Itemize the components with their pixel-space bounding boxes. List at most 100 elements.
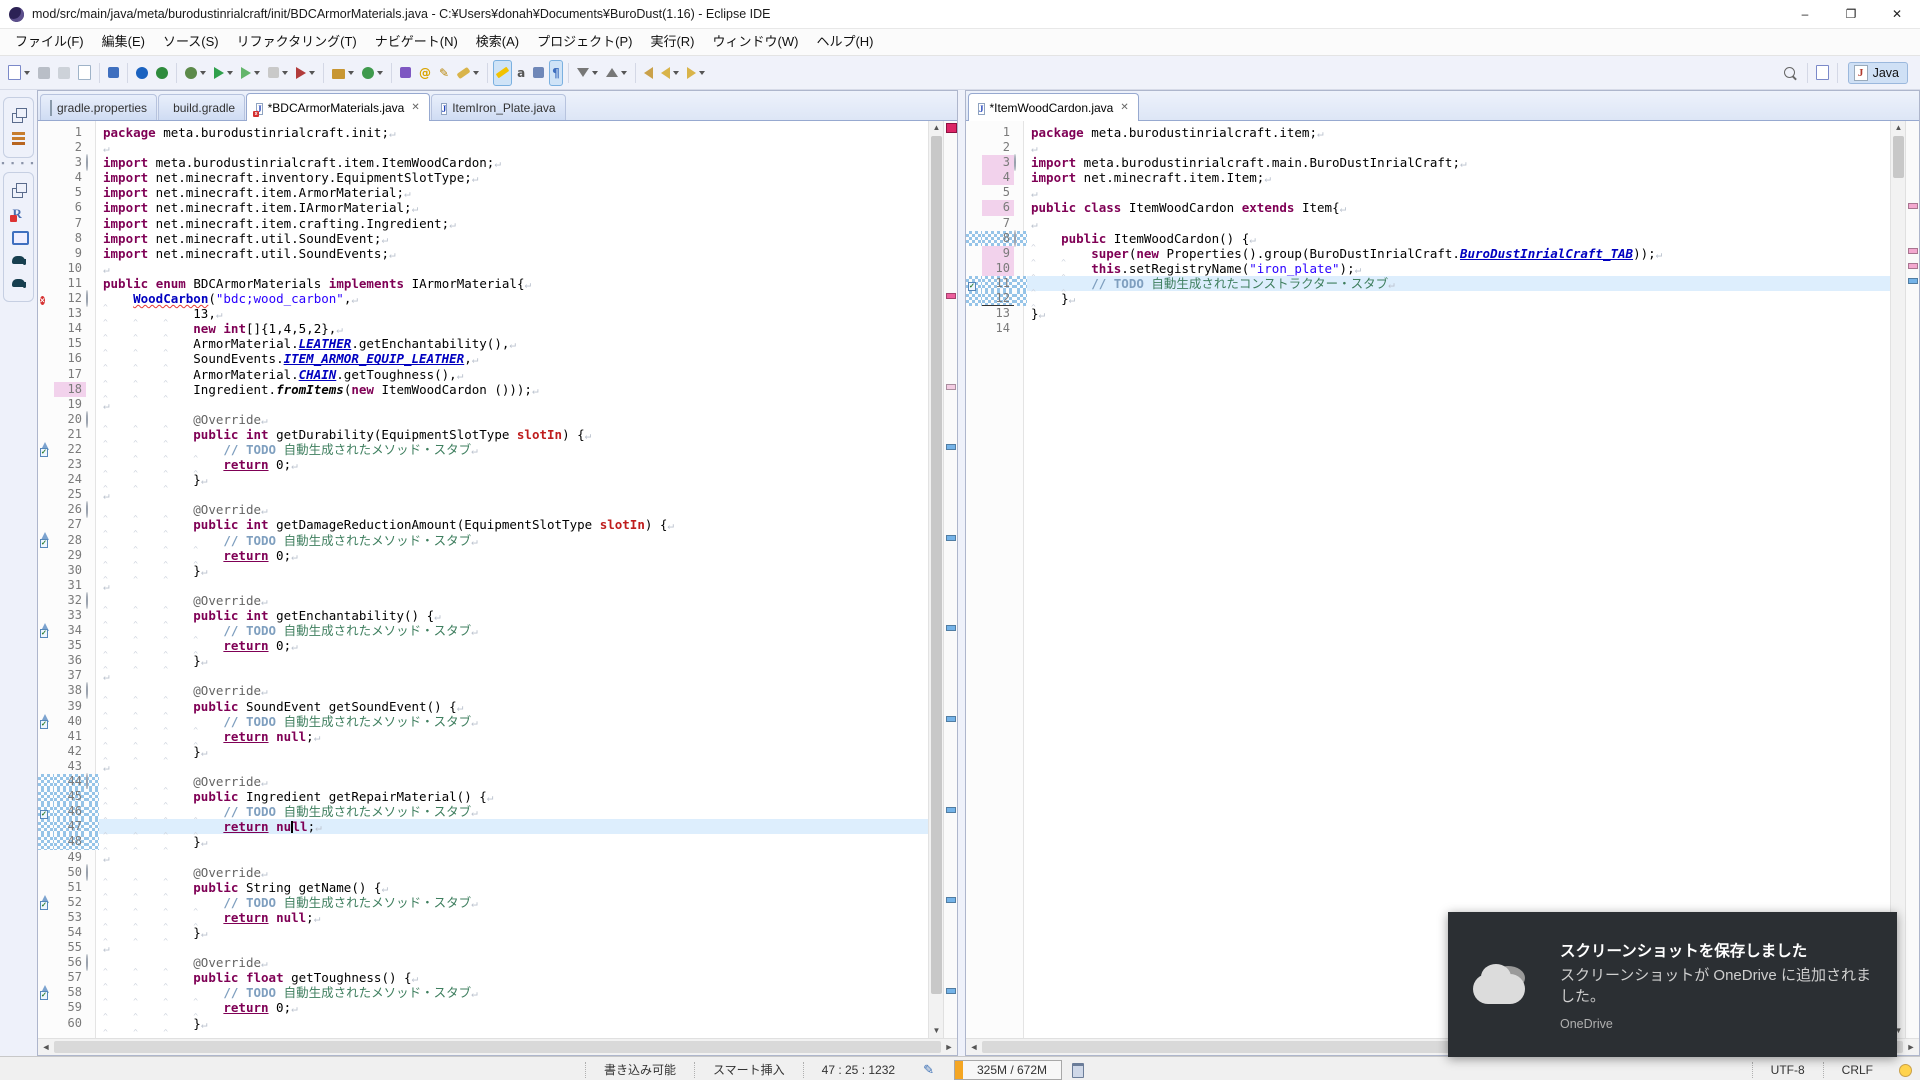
dropdown-caret-icon[interactable] <box>698 70 705 75</box>
overview-marker[interactable] <box>1908 247 1918 254</box>
open-type-icon[interactable] <box>397 60 414 86</box>
error-log-icon[interactable]: R <box>9 205 28 223</box>
fold-collapse-icon[interactable] <box>86 154 88 172</box>
save-icon[interactable] <box>35 60 53 86</box>
show-whitespace-icon[interactable]: ¶ <box>549 59 563 86</box>
horizontal-scrollbar[interactable]: ◄ ► <box>38 1038 957 1055</box>
dropdown-caret-icon[interactable] <box>24 70 30 75</box>
fold-collapse-icon[interactable] <box>86 501 88 519</box>
package-explorer-icon[interactable] <box>10 130 28 148</box>
coverage-icon[interactable] <box>238 60 263 86</box>
prev-annotation-icon[interactable] <box>603 60 630 86</box>
overview-marker[interactable] <box>946 897 956 904</box>
vertical-scrollbar[interactable]: ▲ ▼ <box>1890 121 1906 1038</box>
menu-item[interactable]: 編集(E) <box>93 29 154 55</box>
gradle-tasks-icon[interactable] <box>10 251 28 269</box>
editor-area[interactable]: 1 package meta.burodustinrialcraft.init;↵… <box>38 121 957 1038</box>
debug-icon[interactable] <box>182 60 209 86</box>
scrollbar-thumb[interactable] <box>54 1041 941 1053</box>
menu-item[interactable]: プロジェクト(P) <box>528 29 641 55</box>
update-project-icon[interactable] <box>133 60 151 86</box>
profile-icon[interactable] <box>293 60 318 86</box>
editor-tab[interactable]: J ItemIron_Plate.java <box>430 94 566 120</box>
new-wizard-icon[interactable] <box>5 60 33 86</box>
gradle-executions-icon[interactable] <box>10 274 28 292</box>
dropdown-caret-icon[interactable] <box>200 70 206 75</box>
overview-ruler[interactable] <box>1905 121 1919 1038</box>
back-icon[interactable] <box>658 60 682 86</box>
overview-marker[interactable] <box>946 444 956 451</box>
menu-item[interactable]: 実行(R) <box>641 29 703 55</box>
dropdown-caret-icon[interactable] <box>591 70 598 75</box>
call-hierarchy-icon[interactable] <box>530 60 547 86</box>
mark-occurrences-icon[interactable] <box>493 59 513 86</box>
last-edit-location-icon[interactable] <box>641 60 656 86</box>
dropdown-caret-icon[interactable] <box>254 70 260 75</box>
overview-marker[interactable] <box>946 806 956 813</box>
vertical-scrollbar[interactable]: ▲ ▼ <box>928 121 944 1038</box>
run-garbage-collector-icon[interactable] <box>1072 1062 1085 1078</box>
fold-collapse-icon[interactable] <box>86 773 88 791</box>
scroll-down-arrow-icon[interactable]: ▼ <box>929 1024 944 1038</box>
menu-item[interactable]: ファイル(F) <box>6 29 93 55</box>
java-perspective-button[interactable]: J Java <box>1847 61 1908 84</box>
stop-icon[interactable] <box>265 60 291 86</box>
editor-tab[interactable]: build.gradle <box>158 94 246 120</box>
dropdown-caret-icon[interactable] <box>309 70 315 75</box>
fold-collapse-icon[interactable] <box>86 863 88 881</box>
overview-ruler[interactable] <box>943 121 957 1038</box>
show-source-icon[interactable]: a <box>514 60 528 86</box>
editor-tab[interactable]: J *ItemWoodCardon.java ✕ <box>968 93 1139 121</box>
open-perspective-icon[interactable] <box>1813 60 1832 86</box>
dropdown-caret-icon[interactable] <box>377 70 383 75</box>
scroll-up-arrow-icon[interactable]: ▲ <box>1891 121 1906 135</box>
lightbulb-icon[interactable] <box>1899 1063 1912 1077</box>
overview-marker[interactable] <box>1908 262 1918 269</box>
menu-item[interactable]: ソース(S) <box>154 29 228 55</box>
scrollbar-thumb[interactable] <box>1893 136 1904 178</box>
fold-collapse-icon[interactable] <box>86 290 88 308</box>
restore-pane-icon[interactable] <box>10 182 28 200</box>
dropdown-caret-icon[interactable] <box>282 70 288 75</box>
fold-collapse-icon[interactable] <box>86 682 88 700</box>
restore-pane-icon[interactable] <box>10 107 28 125</box>
dropdown-caret-icon[interactable] <box>473 70 480 75</box>
fold-collapse-icon[interactable] <box>86 591 88 609</box>
scrollbar-thumb[interactable] <box>931 136 942 994</box>
overview-marker[interactable] <box>946 383 956 390</box>
editor-tab[interactable]: Jx *BDCArmorMaterials.java ✕ <box>246 93 430 121</box>
annotation-icon[interactable]: @ <box>416 60 434 86</box>
fold-collapse-icon[interactable] <box>86 954 88 972</box>
scroll-left-arrow-icon[interactable]: ◄ <box>966 1042 982 1052</box>
dropdown-caret-icon[interactable] <box>348 70 354 75</box>
print-icon[interactable] <box>75 60 94 86</box>
overview-marker[interactable] <box>1908 202 1918 209</box>
strip-drag-handle[interactable]: ▪ ▪ ▪ ▪ <box>0 159 37 169</box>
maximize-button[interactable]: ❐ <box>1828 0 1874 28</box>
menu-item[interactable]: ウィンドウ(W) <box>704 29 808 55</box>
close-button[interactable]: ✕ <box>1874 0 1920 28</box>
new-java-project-icon[interactable] <box>329 60 357 86</box>
next-annotation-icon[interactable] <box>574 60 601 86</box>
menu-item[interactable]: ヘルプ(H) <box>807 29 882 55</box>
tab-close-icon[interactable]: ✕ <box>1120 102 1128 113</box>
overview-marker[interactable] <box>946 715 956 722</box>
open-console-icon[interactable] <box>105 60 122 86</box>
dropdown-caret-icon[interactable] <box>672 70 679 75</box>
open-task-icon[interactable]: ✎ <box>436 60 452 86</box>
new-class-icon[interactable] <box>359 60 386 86</box>
menu-item[interactable]: リファクタリング(T) <box>228 29 366 55</box>
dropdown-caret-icon[interactable] <box>620 70 627 75</box>
fold-collapse-icon[interactable] <box>1014 154 1016 172</box>
menu-item[interactable]: 検索(A) <box>467 29 528 55</box>
overview-marker[interactable] <box>1908 278 1918 284</box>
forward-icon[interactable] <box>684 60 708 86</box>
console-icon[interactable] <box>10 228 29 246</box>
dropdown-caret-icon[interactable] <box>227 70 233 75</box>
pane-sash[interactable] <box>958 90 965 1056</box>
overview-marker[interactable] <box>946 293 956 300</box>
fold-collapse-icon[interactable] <box>86 410 88 428</box>
onedrive-notification-toast[interactable]: スクリーンショットを保存しました スクリーンショットが OneDrive に追加… <box>1448 912 1897 1057</box>
editor-area[interactable]: 1 package meta.burodustinrialcraft.item;↵… <box>966 121 1919 1038</box>
search-flashlight-icon[interactable] <box>454 60 482 86</box>
